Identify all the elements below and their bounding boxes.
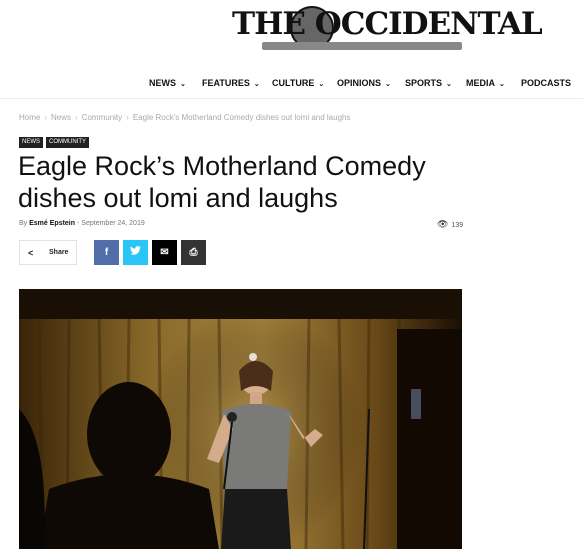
- article-title: Eagle Rock’s Motherland Comedy dishes ou…: [18, 151, 426, 213]
- chevron-down-icon: ⌄: [499, 81, 505, 88]
- view-count-value: 139: [451, 222, 464, 229]
- nav-label: SPORTS: [405, 78, 443, 88]
- twitter-share-button[interactable]: [123, 240, 148, 265]
- nav-label: FEATURES: [202, 78, 250, 88]
- chevron-down-icon: ⌄: [253, 81, 260, 88]
- chevron-down-icon: ⌄: [180, 81, 186, 88]
- nav-label: MEDIA: [466, 78, 495, 88]
- share-button[interactable]: < Share: [19, 240, 77, 265]
- facebook-icon: f: [104, 247, 109, 258]
- chevron-down-icon: ⌄: [318, 81, 325, 88]
- nav-item-features[interactable]: FEATURES ⌄: [202, 72, 260, 94]
- breadcrumb-news[interactable]: News: [51, 113, 71, 122]
- nav-label: OPINIONS: [337, 78, 382, 88]
- nav-item-opinions[interactable]: OPINIONS ⌄: [337, 72, 391, 94]
- main-nav: NEWS ⌄ FEATURES ⌄ CULTURE ⌄ OPINIONS ⌄ SPORT…: [0, 72, 583, 94]
- share-icon: <: [28, 248, 34, 258]
- logo-banner-graphic: [262, 42, 462, 50]
- author-link[interactable]: Esmé Epstein: [29, 220, 75, 227]
- nav-label: CULTURE: [272, 78, 315, 88]
- breadcrumb: Home › News › Community › Eagle Rock's Motherl…: [19, 113, 350, 122]
- featured-photo-svg: [19, 289, 462, 549]
- site-logo[interactable]: THE OCCIDENTAL: [232, 4, 543, 54]
- view-count: 👁 139: [437, 219, 463, 230]
- breadcrumb-home[interactable]: Home: [19, 113, 40, 122]
- breadcrumb-separator: ›: [75, 113, 78, 122]
- nav-item-sports[interactable]: SPORTS ⌄: [405, 72, 452, 94]
- facebook-share-button[interactable]: f: [94, 240, 119, 265]
- tag-community[interactable]: COMMUNITY: [46, 137, 89, 148]
- printer-icon: ⎙: [189, 247, 198, 258]
- envelope-icon: ✉: [160, 247, 169, 258]
- header-divider: [0, 98, 583, 99]
- nav-label: NEWS: [149, 78, 176, 88]
- byline-prefix: By: [19, 220, 28, 227]
- share-label: Share: [49, 249, 69, 256]
- eye-icon: 👁: [437, 219, 449, 229]
- nav-item-culture[interactable]: CULTURE ⌄: [272, 72, 324, 94]
- twitter-icon: [130, 246, 141, 258]
- breadcrumb-separator: ›: [126, 113, 129, 122]
- byline: By Esmé Epstein - September 24, 2019: [19, 220, 145, 227]
- nav-item-podcasts[interactable]: PODCASTS: [521, 72, 571, 94]
- tag-news[interactable]: NEWS: [19, 137, 43, 148]
- nav-item-news[interactable]: NEWS ⌄: [149, 72, 186, 94]
- publish-date: September 24, 2019: [81, 220, 145, 227]
- email-share-button[interactable]: ✉: [152, 240, 177, 265]
- byline-dash: -: [77, 220, 80, 227]
- logo-wordmark: THE OCCIDENTAL: [232, 6, 543, 42]
- category-tags: NEWS COMMUNITY: [19, 130, 92, 148]
- print-button[interactable]: ⎙: [181, 240, 206, 265]
- nav-item-media[interactable]: MEDIA ⌄: [466, 72, 505, 94]
- chevron-down-icon: ⌄: [446, 81, 452, 88]
- chevron-down-icon: ⌄: [385, 81, 391, 88]
- nav-label: PODCASTS: [521, 78, 572, 88]
- breadcrumb-separator: ›: [44, 113, 48, 122]
- featured-image: [19, 289, 462, 549]
- breadcrumb-current: Eagle Rock's Motherland Comedy dishes ou…: [132, 113, 351, 122]
- breadcrumb-community[interactable]: Community: [82, 113, 122, 122]
